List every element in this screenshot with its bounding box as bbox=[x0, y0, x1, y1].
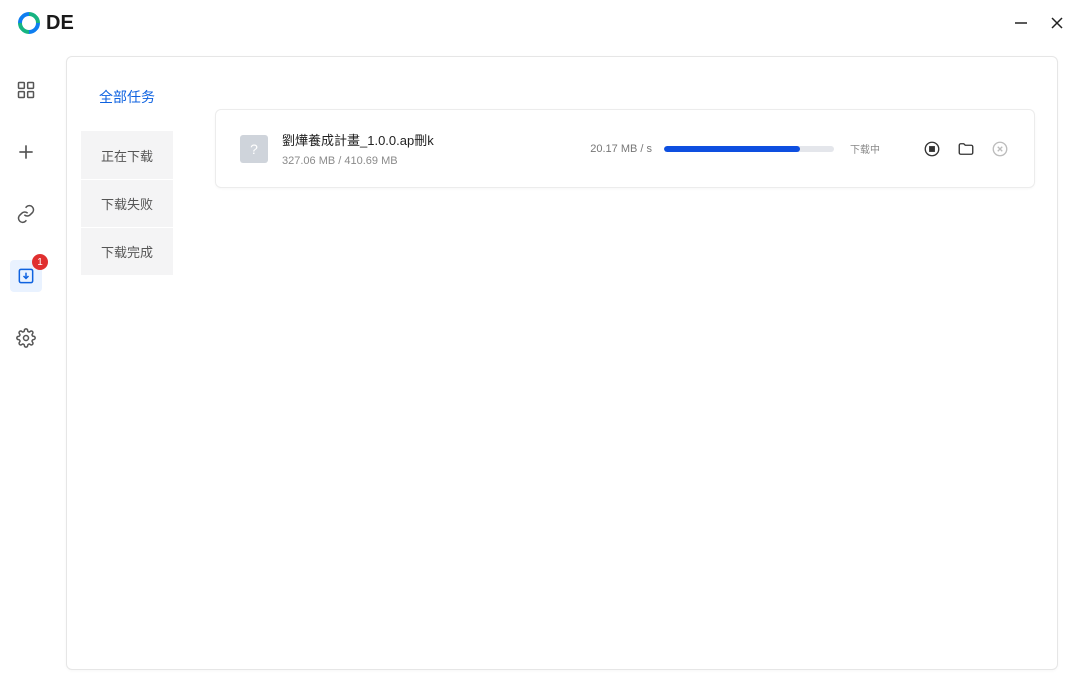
brand-text: DE bbox=[46, 12, 74, 35]
task-status: 下载中 bbox=[850, 141, 880, 156]
task-progress-bar bbox=[664, 146, 800, 152]
category-header[interactable]: 全部任务 bbox=[99, 87, 155, 107]
category-downloading[interactable]: 正在下载 bbox=[81, 131, 173, 179]
category-failed[interactable]: 下载失败 bbox=[81, 179, 173, 227]
downloads-badge: 1 bbox=[32, 254, 48, 270]
nav-dashboard[interactable] bbox=[10, 74, 42, 106]
task-progress-area: 20.17 MB / s 下载中 bbox=[556, 141, 880, 156]
nav-settings[interactable] bbox=[10, 322, 42, 354]
task-open-folder-button[interactable] bbox=[956, 139, 976, 159]
nav-link[interactable] bbox=[10, 198, 42, 230]
titlebar: DE bbox=[0, 0, 1076, 46]
task-info: 劉燁養成計畫_1.0.0.ap刪k 327.06 MB / 410.69 MB bbox=[282, 130, 542, 167]
task-cancel-button[interactable] bbox=[990, 139, 1010, 159]
nav-add[interactable] bbox=[10, 136, 42, 168]
window-controls bbox=[1014, 16, 1064, 30]
task-size-progress: 327.06 MB / 410.69 MB bbox=[282, 155, 542, 167]
task-filename: 劉燁養成計畫_1.0.0.ap刪k bbox=[282, 130, 542, 149]
task-list[interactable]: ? 劉燁養成計畫_1.0.0.ap刪k 327.06 MB / 410.69 M… bbox=[187, 57, 1057, 669]
task-row: ? 劉燁養成計畫_1.0.0.ap刪k 327.06 MB / 410.69 M… bbox=[215, 109, 1035, 188]
file-unknown-icon: ? bbox=[250, 141, 258, 157]
category-completed[interactable]: 下载完成 bbox=[81, 227, 173, 275]
minimize-button[interactable] bbox=[1014, 16, 1028, 30]
task-progress-track bbox=[664, 146, 834, 152]
close-button[interactable] bbox=[1050, 16, 1064, 30]
task-pause-button[interactable] bbox=[922, 139, 942, 159]
category-column: 全部任务 正在下载 下载失败 下载完成 bbox=[67, 57, 187, 669]
task-speed: 20.17 MB / s bbox=[590, 143, 652, 155]
nav-downloads[interactable]: 1 bbox=[10, 260, 42, 292]
brand-logo-ring bbox=[13, 7, 44, 38]
task-actions bbox=[922, 139, 1010, 159]
sidebar-rail: 1 bbox=[0, 46, 52, 692]
brand: DE bbox=[18, 12, 74, 35]
main-panel: 全部任务 正在下载 下载失败 下载完成 ? 劉燁養成計畫_1.0.0.ap刪k … bbox=[66, 56, 1058, 670]
file-type-icon: ? bbox=[240, 135, 268, 163]
main-panel-wrapper: 全部任务 正在下载 下载失败 下载完成 ? 劉燁養成計畫_1.0.0.ap刪k … bbox=[52, 46, 1076, 692]
